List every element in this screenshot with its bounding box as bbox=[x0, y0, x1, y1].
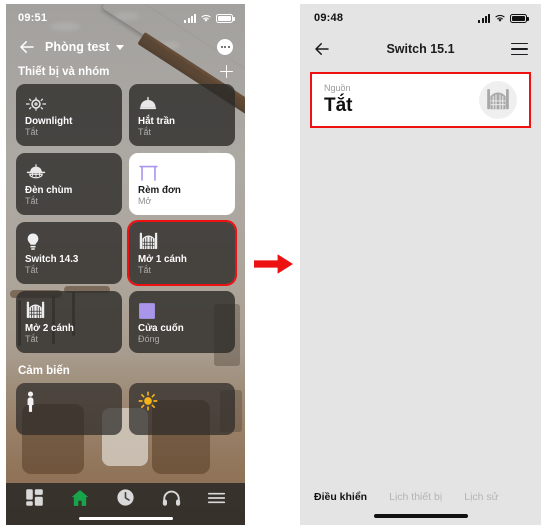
status-icons bbox=[184, 13, 235, 23]
home-indicator bbox=[78, 516, 173, 520]
device-tile-hat-tran[interactable]: Hắt trần Tắt bbox=[129, 84, 235, 146]
device-name: Mở 2 cánh bbox=[25, 323, 74, 335]
left-phone-screen: 09:51 Phòng test Thiết bị và nhóm Downli… bbox=[6, 4, 245, 525]
sensors-section-title: Cảm biến bbox=[18, 365, 70, 377]
transition-arrow bbox=[253, 251, 295, 277]
device-tile-downlight[interactable]: Downlight Tắt bbox=[16, 84, 122, 146]
dashboard-icon bbox=[26, 489, 43, 506]
devices-section-title: Thiết bị và nhóm bbox=[18, 65, 110, 78]
power-card-container: Nguồn Tắt bbox=[300, 66, 541, 128]
tab-dashboard[interactable] bbox=[25, 488, 44, 512]
devices-section-header: Thiết bị và nhóm bbox=[6, 58, 245, 84]
power-label: Nguồn bbox=[324, 82, 351, 93]
back-arrow-icon[interactable] bbox=[18, 38, 36, 56]
plus-icon[interactable] bbox=[220, 65, 233, 78]
sensor-tile-motion[interactable] bbox=[16, 383, 122, 435]
gate-icon bbox=[479, 81, 517, 119]
device-name: Rèm đơn bbox=[138, 185, 181, 197]
ceiling-light-icon bbox=[138, 92, 226, 115]
downlight-icon bbox=[25, 92, 113, 115]
right-status-bar: 09:48 bbox=[300, 4, 541, 32]
device-name: Đèn chùm bbox=[25, 185, 73, 197]
device-state: Tắt bbox=[25, 196, 39, 207]
power-value: Tắt bbox=[324, 95, 353, 117]
device-grid: Downlight Tắt Hắt trần Tắt Đèn chùm Tắt … bbox=[6, 84, 245, 353]
chevron-down-icon[interactable] bbox=[115, 44, 124, 50]
right-phone-screen: 09:48 Switch 15.1 Nguồn Tắt Điều khiển L… bbox=[300, 4, 541, 525]
device-tile-cua-cuon[interactable]: Cửa cuốn Đóng bbox=[129, 291, 235, 353]
tab-menu[interactable] bbox=[207, 491, 226, 510]
gate-icon bbox=[25, 299, 113, 322]
room-title[interactable]: Phòng test bbox=[45, 40, 110, 54]
sensor-grid bbox=[6, 383, 245, 435]
tab-home[interactable] bbox=[70, 488, 90, 513]
sensor-tile-light[interactable] bbox=[129, 383, 235, 435]
tab-lich-su[interactable]: Lịch sử bbox=[464, 491, 498, 503]
battery-icon bbox=[510, 13, 529, 23]
device-state: Mở bbox=[138, 196, 152, 207]
device-tile-rem-don[interactable]: Rèm đơn Mở bbox=[129, 153, 235, 215]
tab-dieu-khien[interactable]: Điều khiển bbox=[314, 491, 367, 503]
wifi-icon bbox=[495, 14, 505, 22]
headphones-icon bbox=[162, 490, 180, 506]
gate-icon bbox=[138, 230, 226, 253]
power-card-text: Nguồn Tắt bbox=[324, 83, 353, 118]
device-tile-mo-2-canh[interactable]: Mở 2 cánh Tắt bbox=[16, 291, 122, 353]
tab-lich-thiet-bi[interactable]: Lịch thiết bị bbox=[389, 491, 442, 503]
more-options-icon[interactable] bbox=[217, 39, 233, 55]
home-icon bbox=[71, 489, 89, 506]
left-nav-bar: Phòng test bbox=[6, 32, 245, 58]
device-name: Cửa cuốn bbox=[138, 323, 184, 335]
tab-support[interactable] bbox=[162, 489, 181, 512]
status-icons bbox=[478, 13, 529, 23]
status-time: 09:48 bbox=[314, 12, 344, 24]
device-state: Tắt bbox=[138, 127, 152, 138]
status-time: 09:51 bbox=[18, 12, 48, 24]
signal-bars-icon bbox=[478, 13, 490, 23]
device-state: Tắt bbox=[25, 265, 39, 276]
device-state: Tắt bbox=[25, 334, 39, 345]
device-name: Hắt trần bbox=[138, 116, 176, 128]
chandelier-icon bbox=[25, 161, 113, 184]
device-name: Mở 1 cánh bbox=[138, 254, 187, 266]
clock-icon bbox=[117, 489, 135, 506]
device-tile-switch-14-3[interactable]: Switch 14.3 Tắt bbox=[16, 222, 122, 284]
right-arrow-icon bbox=[254, 254, 293, 274]
tab-clock[interactable] bbox=[116, 488, 135, 512]
motion-sensor-icon bbox=[27, 391, 34, 412]
power-card[interactable]: Nguồn Tắt bbox=[310, 72, 531, 128]
menu-icon bbox=[207, 492, 225, 503]
light-sensor-icon bbox=[138, 391, 158, 411]
right-bottom-tabs: Điều khiển Lịch thiết bị Lịch sử bbox=[300, 491, 541, 503]
curtain-icon bbox=[138, 161, 226, 184]
battery-icon bbox=[216, 13, 235, 23]
home-indicator bbox=[373, 514, 468, 518]
page-title: Switch 15.1 bbox=[386, 42, 455, 56]
device-tile-den-chum[interactable]: Đèn chùm Tắt bbox=[16, 153, 122, 215]
roller-shutter-icon bbox=[138, 299, 226, 322]
device-name: Switch 14.3 bbox=[25, 254, 79, 266]
bulb-icon bbox=[25, 230, 113, 253]
device-state: Tắt bbox=[25, 127, 39, 138]
back-arrow-icon[interactable] bbox=[313, 40, 331, 58]
wifi-icon bbox=[201, 14, 211, 22]
device-name: Downlight bbox=[25, 116, 73, 128]
sensors-section-header: Cảm biến bbox=[6, 353, 245, 383]
left-status-bar: 09:51 bbox=[6, 4, 245, 32]
hamburger-menu-icon[interactable] bbox=[511, 42, 528, 56]
signal-bars-icon bbox=[184, 13, 196, 23]
device-tile-mo-1-canh[interactable]: Mở 1 cánh Tắt bbox=[127, 220, 237, 286]
right-nav-bar: Switch 15.1 bbox=[300, 32, 541, 66]
device-state: Tắt bbox=[138, 265, 152, 276]
device-state: Đóng bbox=[138, 334, 160, 345]
